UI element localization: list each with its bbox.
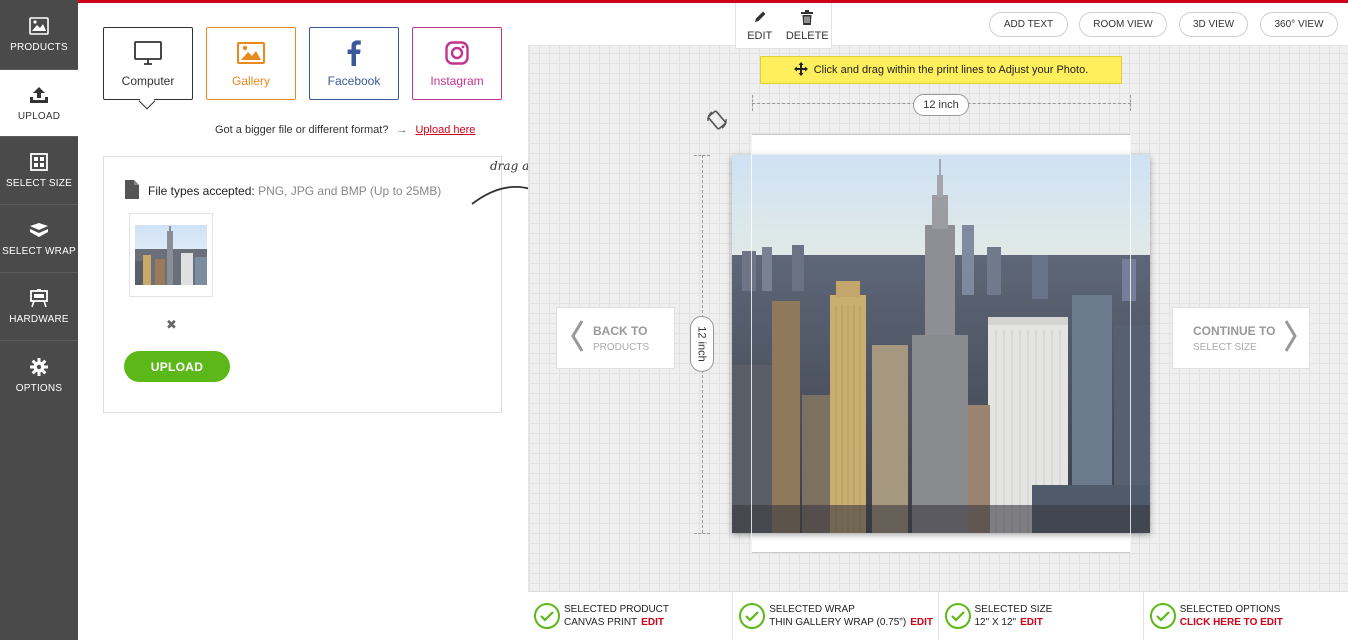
check-circle-icon xyxy=(534,603,560,629)
source-gallery-button[interactable]: Gallery xyxy=(206,27,296,100)
rotate-icon[interactable] xyxy=(706,109,728,136)
uploaded-thumbnail[interactable] xyxy=(129,213,213,297)
sidebar-item-options[interactable]: OPTIONS xyxy=(0,341,78,409)
instagram-icon xyxy=(445,40,469,66)
back-to-products-button[interactable]: BACK TO PRODUCTS xyxy=(556,307,675,369)
gallery-icon xyxy=(237,40,265,66)
source-label: Gallery xyxy=(231,73,270,88)
upload-here-link[interactable]: Upload here xyxy=(415,124,475,136)
selected-size: SELECTED SIZE 12" X 12" EDIT xyxy=(939,592,1144,640)
sidebar-item-select-wrap[interactable]: SELECT WRAP xyxy=(0,205,78,273)
sidebar-item-upload[interactable]: UPLOAD xyxy=(0,70,78,137)
pencil-icon xyxy=(753,10,767,26)
file-icon xyxy=(124,179,140,203)
remove-image-button[interactable]: ✖ xyxy=(166,317,177,333)
dimension-tick xyxy=(694,155,710,156)
dimension-tick xyxy=(1130,95,1131,111)
upload-button[interactable]: UPLOAD xyxy=(124,351,230,382)
dimension-tick xyxy=(694,533,710,534)
print-line-left xyxy=(751,134,752,553)
edit-button[interactable]: EDIT xyxy=(736,3,784,48)
source-facebook-button[interactable]: Facebook xyxy=(309,27,399,100)
selected-product-title: SELECTED PRODUCT xyxy=(564,604,670,615)
source-instagram-button[interactable]: Instagram xyxy=(412,27,502,100)
file-types-row: File types accepted: PNG, JPG and BMP (U… xyxy=(124,179,441,203)
continue-title: CONTINUE TO xyxy=(1193,323,1276,338)
selected-options-title: SELECTED OPTIONS xyxy=(1179,604,1281,615)
arrow-right-icon: → xyxy=(396,124,408,136)
selected-wrap-value: THIN GALLERY WRAP (0.75") xyxy=(769,617,907,628)
edit-options-link[interactable]: CLICK HERE TO EDIT xyxy=(1180,617,1283,628)
selection-summary-bar: SELECTED PRODUCT CANVAS PRINT EDIT SELECT… xyxy=(528,591,1348,640)
continue-to-select-size-button[interactable]: CONTINUE TO SELECT SIZE xyxy=(1172,307,1310,369)
sidebar-item-hardware[interactable]: HARDWARE xyxy=(0,273,78,341)
monitor-icon xyxy=(134,40,162,66)
edit-wrap-link[interactable]: EDIT xyxy=(910,617,933,628)
sidebar-item-label: HARDWARE xyxy=(9,314,69,325)
sidebar-item-label: OPTIONS xyxy=(15,382,63,394)
dimension-tick xyxy=(752,95,753,111)
back-subtitle: PRODUCTS xyxy=(593,341,650,353)
trash-icon xyxy=(800,9,814,26)
move-icon xyxy=(793,61,808,79)
upload-drop-zone[interactable]: File types accepted: PNG, JPG and BMP (U… xyxy=(103,156,502,413)
edit-toolbar: EDIT DELETE xyxy=(735,3,832,49)
edit-product-link[interactable]: EDIT xyxy=(641,617,664,628)
upload-icon xyxy=(29,85,49,105)
back-title: BACK TO xyxy=(593,323,648,338)
sidebar-item-label: UPLOAD xyxy=(17,110,61,122)
image-icon xyxy=(29,16,49,36)
source-label: Computer xyxy=(121,73,175,88)
edit-size-link[interactable]: EDIT xyxy=(1020,617,1043,628)
chevron-left-icon xyxy=(571,319,584,357)
selected-options: SELECTED OPTIONS CLICK HERE TO EDIT xyxy=(1144,592,1348,640)
source-label: Facebook xyxy=(327,73,381,88)
grid-icon xyxy=(29,152,49,172)
chevron-right-icon xyxy=(1285,319,1298,357)
bigger-file-text: Got a bigger file or different format? xyxy=(215,124,389,136)
print-line-right xyxy=(1130,134,1131,553)
selected-wrap-title: SELECTED WRAP xyxy=(769,604,855,615)
selected-product-value: CANVAS PRINT xyxy=(564,617,638,628)
width-label: 12 inch xyxy=(913,94,969,116)
delete-button[interactable]: DELETE xyxy=(784,3,832,48)
sidebar: PRODUCTS UPLOAD SELECT SIZE SELECT WRAP … xyxy=(0,0,78,640)
facebook-icon xyxy=(347,39,361,66)
canvas-photo[interactable] xyxy=(732,155,1150,533)
360-view-button[interactable]: 360° VIEW xyxy=(1260,12,1338,37)
height-label-text: 12 inch xyxy=(696,326,709,362)
adjust-photo-hint: Click and drag within the print lines to… xyxy=(760,56,1122,84)
selected-product: SELECTED PRODUCT CANVAS PRINT EDIT xyxy=(528,592,734,640)
selected-size-value: 12" X 12" xyxy=(974,617,1017,628)
check-circle-icon xyxy=(739,603,766,629)
3d-view-button[interactable]: 3D VIEW xyxy=(1179,12,1248,37)
gear-icon xyxy=(29,357,49,377)
edit-label: EDIT xyxy=(747,29,773,42)
source-computer-button[interactable]: Computer xyxy=(103,27,193,100)
check-circle-icon xyxy=(944,603,971,629)
sidebar-item-label: SELECT WRAP xyxy=(2,246,76,257)
file-types-label: File types accepted: xyxy=(148,184,255,198)
height-label: 12 inch xyxy=(690,316,714,372)
sidebar-item-label: SELECT SIZE xyxy=(6,178,72,189)
sidebar-item-select-size[interactable]: SELECT SIZE xyxy=(0,137,78,205)
adjust-hint-text: Click and drag within the print lines to… xyxy=(813,64,1089,76)
add-text-button[interactable]: ADD TEXT xyxy=(989,12,1068,37)
room-view-button[interactable]: ROOM VIEW xyxy=(1079,12,1167,37)
wrap-icon xyxy=(29,220,49,240)
continue-subtitle: SELECT SIZE xyxy=(1193,341,1257,353)
easel-icon xyxy=(29,288,49,308)
delete-label: DELETE xyxy=(785,29,829,42)
selected-wrap: SELECTED WRAP THIN GALLERY WRAP (0.75") E… xyxy=(733,592,939,640)
source-label: Instagram xyxy=(430,73,484,88)
bigger-file-row: Got a bigger file or different format? →… xyxy=(215,124,475,136)
sidebar-item-label: PRODUCTS xyxy=(10,42,68,53)
sidebar-item-products[interactable]: PRODUCTS xyxy=(0,0,78,70)
check-circle-icon xyxy=(1149,603,1176,629)
selected-size-title: SELECTED SIZE xyxy=(974,604,1053,615)
file-types-value: PNG, JPG and BMP (Up to 25MB) xyxy=(258,184,442,198)
